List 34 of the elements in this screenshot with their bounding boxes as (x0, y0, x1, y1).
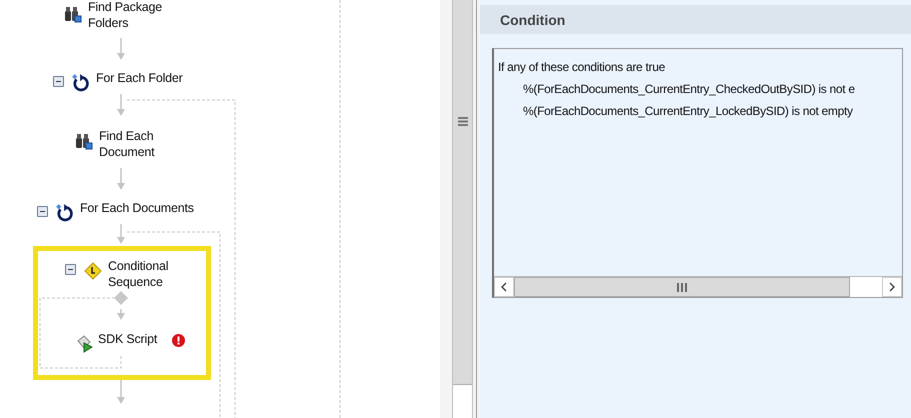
binoculars-icon[interactable] (75, 132, 93, 150)
panel-title: Condition (480, 5, 911, 34)
step-label[interactable]: Find Each Document (99, 128, 169, 160)
grip-icon[interactable] (458, 117, 468, 126)
script-play-icon[interactable] (76, 335, 94, 353)
scroll-right-button[interactable] (882, 277, 902, 297)
scrollbar-thumb[interactable] (453, 0, 472, 385)
condition-intro: If any of these conditions are true (498, 59, 665, 76)
step-label[interactable]: Conditional Sequence (108, 258, 188, 290)
grip-icon (677, 282, 687, 292)
connector-arrow (117, 168, 125, 190)
chevron-left-icon (501, 282, 507, 292)
collapse-icon[interactable] (65, 264, 76, 275)
chevron-right-icon (889, 282, 895, 292)
loop-arrow-icon[interactable] (72, 74, 90, 92)
merge-diamond (114, 291, 128, 305)
connector-arrow (117, 380, 125, 404)
scrollbar-thumb[interactable] (514, 277, 850, 297)
condition-expression[interactable]: %(ForEachDocuments_CurrentEntry_CheckedOutBySID) is not e (523, 82, 855, 96)
step-label[interactable]: For Each Documents (80, 200, 210, 216)
scroll-left-button[interactable] (494, 277, 514, 297)
step-label[interactable]: SDK Script (98, 331, 168, 347)
connector-arrow (117, 94, 125, 116)
collapse-icon[interactable] (53, 76, 64, 87)
condition-expression[interactable]: %(ForEachDocuments_CurrentEntry_LockedBySID) is not empty (523, 104, 853, 118)
binoculars-icon[interactable] (64, 5, 82, 23)
connector-arrow (117, 38, 125, 60)
collapse-icon[interactable] (37, 206, 48, 217)
loop-arrow-icon[interactable] (56, 204, 74, 222)
step-label[interactable]: Find Package Folders (88, 0, 178, 31)
connector-arrow (117, 224, 125, 244)
diamond-icon[interactable] (84, 262, 102, 280)
step-label[interactable]: For Each Folder (96, 70, 206, 86)
connector-arrow (117, 309, 125, 320)
